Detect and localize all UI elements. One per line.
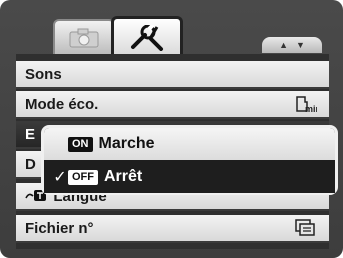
- tab-camera[interactable]: [53, 19, 115, 54]
- menu-item-label: D: [25, 155, 36, 173]
- submenu-popup: ON Marche ✓ OFF Arrêt: [41, 125, 338, 195]
- file-number-icon: [295, 219, 317, 240]
- option-marche[interactable]: ON Marche: [44, 128, 335, 160]
- timer-min-icon: min: [295, 95, 321, 116]
- camera-menu-screen: ▲ ▼ Sons Mode éco. min E D: [0, 0, 343, 258]
- camera-icon: [69, 28, 99, 47]
- on-badge: ON: [68, 136, 93, 152]
- tools-icon: [131, 25, 163, 51]
- menu-item-label: E: [25, 125, 36, 143]
- scroll-indicator: ▲ ▼: [262, 37, 322, 53]
- menu-item-label: Mode éco.: [25, 95, 99, 113]
- option-label: Marche: [98, 135, 155, 152]
- svg-text:min: min: [305, 104, 317, 113]
- off-badge: OFF: [68, 169, 98, 185]
- tab-setup[interactable]: [111, 16, 183, 57]
- option-label: Arrêt: [104, 168, 143, 185]
- option-arret[interactable]: ✓ OFF Arrêt: [44, 161, 335, 193]
- menu-item-label: Fichier n°: [25, 219, 94, 237]
- menu-item-label: Sons: [25, 65, 62, 83]
- checkmark-icon: ✓: [53, 169, 67, 186]
- up-arrow-icon: ▲: [279, 40, 288, 50]
- menu-item-mode-eco[interactable]: Mode éco. min: [16, 91, 329, 119]
- menu-item-fichier-no[interactable]: Fichier n°: [16, 215, 329, 243]
- down-arrow-icon: ▼: [296, 40, 305, 50]
- menu-item-sons[interactable]: Sons: [16, 61, 329, 89]
